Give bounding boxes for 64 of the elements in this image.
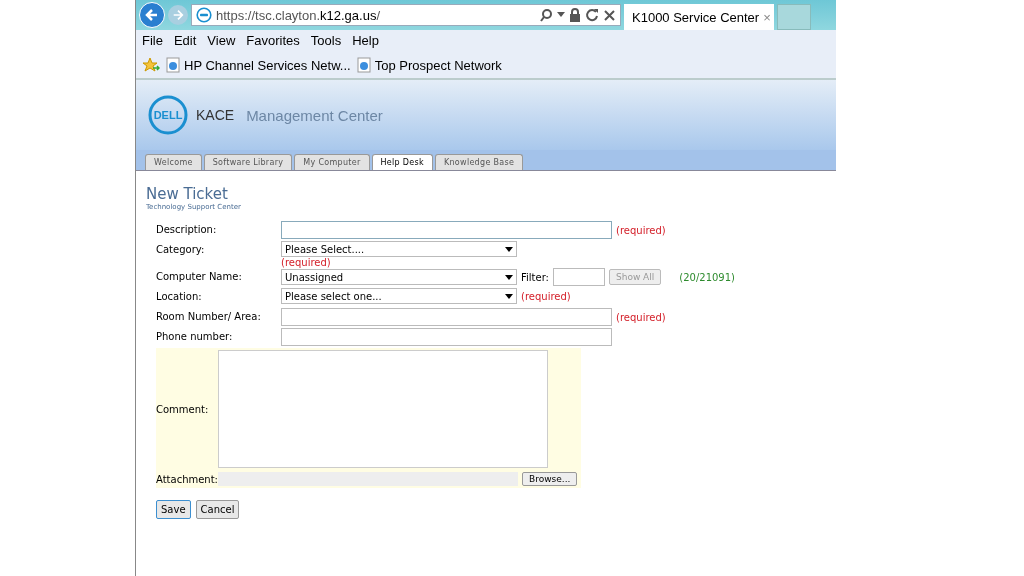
required-note: (required) — [616, 224, 666, 236]
comment-field[interactable] — [218, 350, 548, 468]
arrow-icon — [172, 9, 184, 21]
browser-tab[interactable]: K1000 Service Center × — [624, 4, 774, 30]
arrow-icon — [145, 8, 159, 22]
page-icon — [166, 57, 180, 73]
caret-icon — [505, 274, 513, 280]
star-icon[interactable] — [142, 57, 160, 73]
favorite-link[interactable]: Top Prospect Network — [374, 57, 502, 73]
required-note: (required) — [281, 257, 332, 268]
page-icon — [356, 57, 371, 73]
cancel-button[interactable]: Cancel — [195, 500, 240, 519]
product-name: KACE — [196, 107, 235, 123]
refresh-icon[interactable] — [585, 8, 599, 22]
menu-item[interactable]: Help — [352, 33, 379, 49]
caret-icon — [505, 246, 513, 252]
input-field[interactable] — [281, 308, 612, 326]
favorite-link[interactable]: HP Channel Services Netw... — [184, 57, 351, 73]
logo: DELL — [148, 95, 188, 135]
field-label: Room Number/ Area: — [156, 310, 262, 322]
field-label: Comment: — [156, 403, 210, 415]
search-icon[interactable] — [539, 8, 553, 22]
back-button[interactable] — [139, 2, 165, 28]
save-button[interactable]: Save — [156, 500, 191, 519]
input-field[interactable] — [281, 221, 612, 239]
menu-item[interactable]: Edit — [173, 33, 197, 49]
nav-tab[interactable]: Knowledge Base — [434, 154, 524, 170]
forward-button[interactable] — [168, 5, 188, 25]
menu-item[interactable]: View — [207, 33, 236, 49]
menu-item[interactable]: File — [142, 33, 163, 49]
nav-tab[interactable]: Welcome — [145, 154, 202, 170]
tab-title: K1000 Service Center — [632, 9, 760, 25]
dropdown-icon[interactable] — [557, 12, 565, 18]
input-field[interactable] — [281, 328, 612, 346]
nav-tab[interactable]: Help Desk — [371, 154, 433, 170]
field-label: Attachment: — [156, 473, 218, 485]
app-title: Management Center — [246, 106, 383, 124]
required-note: (required) — [521, 290, 571, 302]
address-bar[interactable]: https://tsc.clayton.k12.ga.us/ — [191, 4, 621, 26]
nav-tab[interactable]: My Computer — [294, 154, 370, 170]
lock-icon — [569, 8, 581, 22]
menu-item[interactable]: Tools — [310, 33, 342, 49]
browse-button[interactable]: Browse... — [522, 472, 578, 486]
caret-icon — [505, 293, 513, 299]
field-label: Computer Name: — [156, 270, 243, 282]
menu-item[interactable]: Favorites — [246, 33, 300, 49]
close-icon[interactable] — [603, 8, 616, 22]
new-tab-button[interactable] — [777, 4, 811, 30]
field-label: Category: — [156, 243, 206, 255]
field-label: Description: — [156, 223, 218, 235]
url-text: https://tsc.clayton.k12.ga.us/ — [216, 7, 382, 23]
site-icon — [196, 7, 212, 23]
tab-close[interactable]: × — [763, 9, 771, 25]
field-label: Phone number: — [156, 330, 234, 342]
result-count: (20/21091) — [679, 271, 735, 283]
nav-tab[interactable]: Software Library — [203, 154, 293, 170]
dropdown[interactable]: Unassigned — [281, 269, 517, 285]
page-title: New Ticket — [146, 185, 229, 203]
field-label: Location: — [156, 290, 203, 302]
filter-field[interactable] — [552, 268, 605, 286]
filter-label: Filter: — [521, 271, 549, 283]
dropdown[interactable]: Please Select.... — [281, 241, 517, 257]
required-note: (required) — [616, 311, 666, 323]
dropdown[interactable]: Please select one... — [281, 288, 517, 304]
